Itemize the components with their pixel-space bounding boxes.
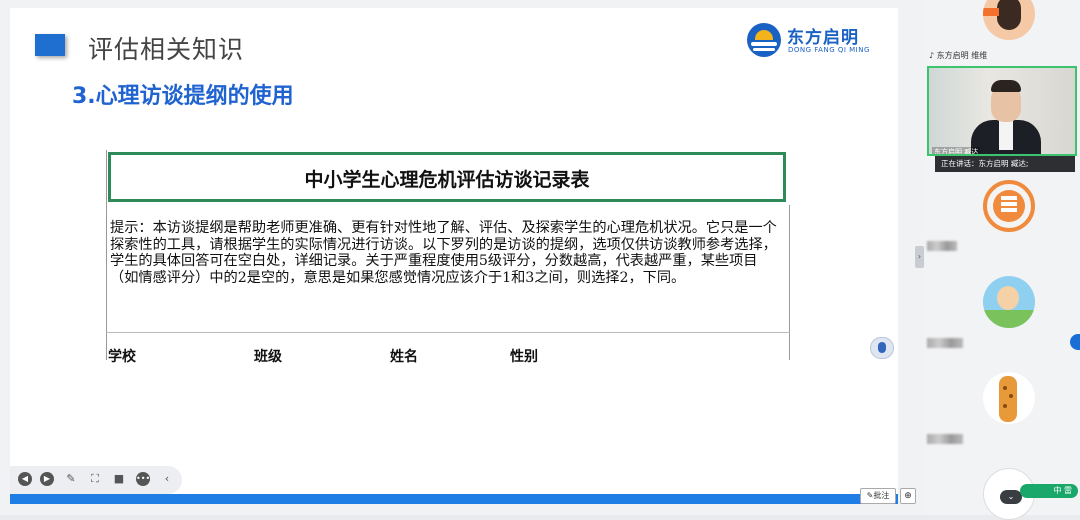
- participant-name-blurred: [927, 338, 963, 348]
- participant-name-blurred: [927, 241, 957, 251]
- play-icon[interactable]: ▶: [40, 472, 54, 486]
- video-name-label: 东方启明 臧达: [932, 147, 981, 156]
- field-school: 学校: [108, 349, 136, 365]
- panel-collapse-handle[interactable]: ›: [915, 246, 924, 268]
- slide-title: 评估相关知识: [88, 35, 245, 64]
- speaking-indicator: 正在讲话：东方启明 臧达;: [935, 156, 1075, 172]
- field-gender: 性别: [510, 349, 538, 365]
- document-title-box: 中小学生心理危机评估访谈记录表: [108, 152, 786, 202]
- mic-icon: [878, 342, 886, 353]
- chat-button[interactable]: 中 雷: [1020, 484, 1078, 498]
- chevron-down-icon[interactable]: ⌄: [1000, 490, 1022, 504]
- speaker-video[interactable]: 东方启明 臧达: [927, 66, 1077, 156]
- speaker-name: 东方启明 维维: [936, 51, 988, 60]
- camera-icon[interactable]: ■: [112, 472, 126, 486]
- presentation-progress-bar: [10, 494, 898, 504]
- prev-icon[interactable]: ◀: [18, 472, 32, 486]
- annotate-button[interactable]: ✎批注: [860, 488, 896, 504]
- annotate-label: 批注: [873, 491, 890, 500]
- participant-avatar[interactable]: [983, 276, 1035, 328]
- divider: [106, 332, 790, 333]
- assistant-float-button[interactable]: [870, 337, 894, 359]
- embedded-document: 中小学生心理危机评估访谈记录表 提示：本访谈提纲是帮助老师更准确、更有针对性地了…: [104, 150, 790, 365]
- participant-avatar[interactable]: [983, 372, 1035, 424]
- presentation-area: 评估相关知识 3.心理访谈提纲的使用 东方启明 DONG FANG QI MIN…: [0, 0, 925, 515]
- participant-name-blurred: [927, 434, 963, 444]
- document-intro: 提示：本访谈提纲是帮助老师更准确、更有针对性地了解、评估、及探索学生的心理危机状…: [110, 220, 777, 286]
- screenshot-icon[interactable]: ⛶: [88, 472, 102, 486]
- brand-logo: 东方启明 DONG FANG QI MING: [747, 23, 877, 59]
- document-title: 中小学生心理危机评估访谈记录表: [304, 169, 590, 191]
- zoom-icon[interactable]: ⊕: [900, 488, 916, 504]
- slide-toolbar: ◀ ▶ ✎ ⛶ ■ ••• ‹: [10, 466, 182, 494]
- logo-subtitle: DONG FANG QI MING: [788, 46, 870, 54]
- logo-name: 东方启明: [787, 28, 859, 48]
- logo-emblem-icon: [747, 23, 781, 57]
- collapse-left-icon[interactable]: ‹: [160, 472, 174, 486]
- slide: 评估相关知识 3.心理访谈提纲的使用 东方启明 DONG FANG QI MIN…: [10, 8, 898, 504]
- speaker-label: ♪ 东方启明 维维: [929, 50, 987, 61]
- more-icon[interactable]: •••: [136, 472, 150, 486]
- pen-icon[interactable]: ✎: [64, 472, 78, 486]
- side-edge-button[interactable]: [1070, 334, 1080, 350]
- title-bullet-square: [35, 34, 65, 56]
- field-name: 姓名: [390, 349, 418, 365]
- slide-subtitle: 3.心理访谈提纲的使用: [72, 84, 294, 109]
- participant-avatar[interactable]: [983, 180, 1035, 232]
- speaker-icon: ♪: [929, 51, 937, 60]
- field-class: 班级: [254, 349, 282, 365]
